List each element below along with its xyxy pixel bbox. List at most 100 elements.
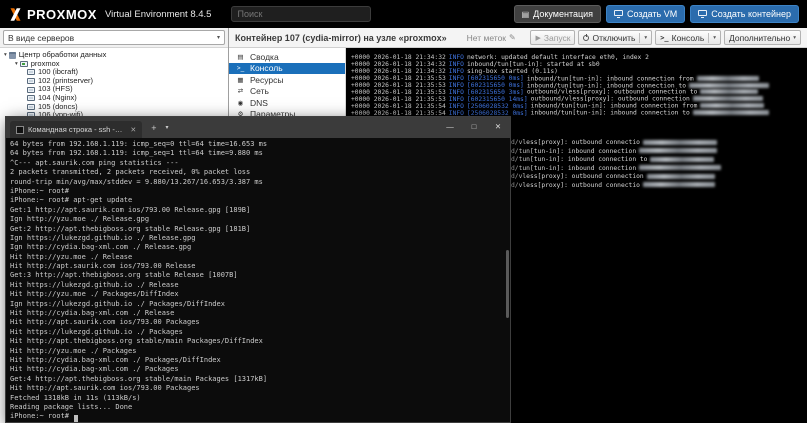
terminal-output[interactable]: 64 bytes from 192.168.1.119: icmp_seq=0 … (6, 138, 510, 422)
terminal-line: 2 packets transmitted, 2 packets receive… (10, 168, 510, 177)
view-mode-select[interactable]: В виде серверов ▾ (3, 30, 225, 45)
resource-tree: ▾ Центр обработки данных ▾ proxmox 100 (… (0, 48, 228, 120)
start-button[interactable]: ▶ Запуск (530, 30, 575, 45)
cmd-icon (16, 126, 24, 134)
chevron-down-icon: ▾ (713, 35, 716, 41)
redacted-blur (643, 140, 717, 145)
terminal-line: Ign https://lukezgd.github.io ./ Release… (10, 234, 510, 243)
terminal-line: Hit https://lukezgd.github.io ./ Package… (10, 328, 510, 337)
terminal-window[interactable]: Командная строка - ssh -… ✕ + ▾ — □ ✕ 64… (5, 116, 511, 423)
tags-area[interactable]: Нет меток ✎ (467, 33, 516, 43)
terminal-line: Reading package lists... Done (10, 403, 510, 412)
console-log-fragment: d/vless[proxy]: outbound connectio (511, 182, 721, 191)
chevron-down-icon: ▾ (644, 35, 647, 41)
tree-item-container[interactable]: 105 (doncs) (0, 103, 228, 112)
container-icon (27, 104, 35, 110)
terminal-line: iPhone:~ root# apt-get update (10, 196, 510, 205)
container-list: 100 (ibcraft) 102 (printserver) 103 (HFS… (0, 68, 228, 120)
shutdown-button[interactable]: Отключить ▾ (578, 30, 652, 45)
terminal-line: 64 bytes from 192.168.1.119: icmp_seq=0 … (10, 140, 510, 149)
redacted-blur (689, 83, 769, 88)
datacenter-icon (9, 52, 16, 59)
menu-item-icon: ▤ (235, 53, 246, 61)
minimize-button[interactable]: — (438, 117, 462, 138)
console-log-fragment: d/vless[proxy]: outbound connectio (511, 139, 721, 148)
terminal-line: iPhone:~ root# (10, 187, 510, 196)
terminal-line: Ign http://yzu.moe ./ Release.gpg (10, 215, 510, 224)
book-icon: ▤ (522, 10, 530, 19)
tree-item-container[interactable]: 104 (Nginx) (0, 94, 228, 103)
terminal-line: Get:1 http://apt.saurik.com ios/793.00 R… (10, 206, 510, 215)
create-container-button[interactable]: Создать контейнер (690, 5, 799, 23)
redacted-blur (700, 103, 764, 108)
redacted-blur (643, 182, 715, 187)
tree-item-container[interactable]: 102 (printserver) (0, 77, 228, 86)
terminal-tab[interactable]: Командная строка - ssh -… ✕ (10, 121, 142, 138)
tab-close-icon[interactable]: ✕ (130, 126, 136, 134)
proxmox-logo: PROXMOX Virtual Environment 8.4.5 (8, 7, 211, 22)
create-vm-button[interactable]: Создать VM (606, 5, 685, 23)
terminal-cursor (74, 415, 78, 422)
terminal-line: Hit http://apt.saurik.com ios/793.00 Pac… (10, 318, 510, 327)
container-icon (27, 69, 35, 75)
container-icon (27, 87, 35, 93)
content-header: Контейнер 107 (cydia-mirror) на узле «pr… (229, 28, 807, 48)
terminal-line: Ign http://cydia.bag-xml.com ./ Release.… (10, 243, 510, 252)
scrollbar-thumb[interactable] (506, 250, 509, 318)
new-tab-button[interactable]: + (151, 123, 156, 133)
terminal-line: iPhone:~ root# (10, 412, 510, 421)
terminal-line: Hit http://apt.saurik.com ios/793.00 Rel… (10, 262, 510, 271)
container-box-icon (698, 10, 707, 16)
redacted-blur (693, 110, 769, 115)
proxmox-app: PROXMOX Virtual Environment 8.4.5 ▤ Доку… (0, 0, 807, 423)
container-icon (27, 78, 35, 84)
power-icon (583, 35, 589, 41)
console-log-fragment: d/vless[proxy]: outbound connection (511, 173, 721, 182)
terminal-line: Hit http://cydia.bag-xml.com ./ Release (10, 309, 510, 318)
console-log-fragments: d/vless[proxy]: outbound connectio d/tun… (511, 139, 721, 191)
tab-dropdown-icon[interactable]: ▾ (166, 124, 169, 131)
terminal-line: Hit http://apt.saurik.com ios/793.00 Pac… (10, 384, 510, 393)
terminal-line: Hit http://yzu.moe ./ Packages/DiffIndex (10, 290, 510, 299)
topbar-buttons: ▤ Документация Создать VM Создать контей… (514, 5, 799, 23)
redacted-blur (639, 148, 717, 153)
console-button[interactable]: >_ Консоль ▾ (655, 30, 721, 45)
terminal-line: Get:4 http://apt.thebigboss.org stable/m… (10, 375, 510, 384)
maximize-button[interactable]: □ (462, 117, 486, 138)
close-button[interactable]: ✕ (486, 117, 510, 138)
chevron-down-icon: ▾ (793, 35, 796, 41)
chevron-down-icon: ▾ (217, 34, 220, 41)
terminal-line: Hit http://cydia.bag-xml.com ./ Packages (10, 365, 510, 374)
redacted-blur (697, 76, 759, 81)
terminal-lines: 64 bytes from 192.168.1.119: icmp_seq=0 … (10, 140, 510, 422)
topbar: PROXMOX Virtual Environment 8.4.5 ▤ Доку… (0, 0, 807, 28)
documentation-button[interactable]: ▤ Документация (514, 5, 601, 23)
brand-name: PROXMOX (27, 7, 97, 22)
play-icon: ▶ (535, 34, 540, 42)
tree-item-container[interactable]: 100 (ibcraft) (0, 68, 228, 77)
redacted-blur (639, 165, 721, 170)
tree-item-container[interactable]: 103 (HFS) (0, 85, 228, 94)
menu-item[interactable]: ▤ Сводка (229, 51, 345, 63)
terminal-line: Hit http://yzu.moe ./ Release (10, 253, 510, 262)
collapse-arrow-icon: ▾ (4, 51, 7, 60)
menu-item[interactable]: ◉ DNS (229, 97, 345, 109)
menu-item[interactable]: >_ Консоль (229, 63, 345, 75)
terminal-scrollbar[interactable] (505, 138, 510, 422)
search-input[interactable] (231, 6, 371, 22)
node-icon (20, 61, 28, 67)
sidebar-toolbar: В виде серверов ▾ (0, 28, 228, 48)
menu-item[interactable]: ▦ Ресурсы (229, 74, 345, 86)
redacted-blur (650, 157, 714, 162)
terminal-titlebar[interactable]: Командная строка - ssh -… ✕ + ▾ — □ ✕ (6, 117, 510, 138)
console-log-fragment: d/tun[tun-in]: inbound connection to (511, 156, 721, 165)
terminal-line: Get:2 http://apt.thebigboss.org stable R… (10, 225, 510, 234)
terminal-line: Fetched 1318kB in 11s (113kB/s) (10, 394, 510, 403)
proxmox-x-icon (8, 7, 23, 22)
terminal-line: Hit http://cydia.bag-xml.com ./ Packages… (10, 356, 510, 365)
menu-item[interactable]: ⇄ Сеть (229, 86, 345, 98)
terminal-line: 64 bytes from 192.168.1.119: icmp_seq=1 … (10, 149, 510, 158)
more-button[interactable]: Дополнительно ▾ (724, 30, 801, 45)
tree-item-node-proxmox[interactable]: ▾ proxmox (0, 60, 228, 69)
container-icon (27, 95, 35, 101)
